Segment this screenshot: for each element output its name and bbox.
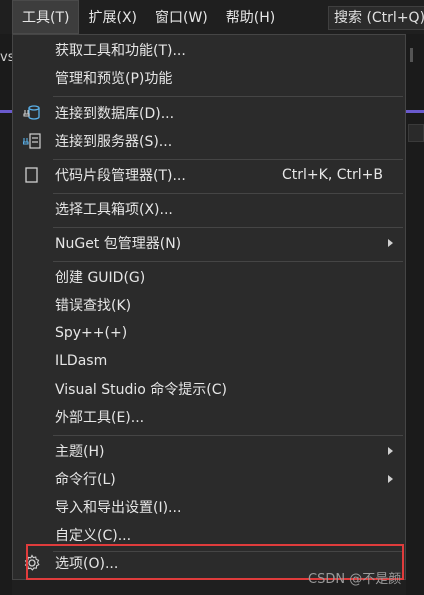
active-tab-underline-right [406, 110, 424, 113]
menu-item-ildasm[interactable]: ILDasm [13, 347, 405, 375]
server-plug-icon [22, 132, 41, 150]
submenu-arrow-icon [388, 239, 393, 247]
menu-separator [53, 159, 403, 160]
menu-item-label: 外部工具(E)... [55, 410, 145, 426]
menu-item-create-guid[interactable]: 创建 GUID(G) [13, 263, 405, 291]
menu-item-label: 连接到服务器(S)... [55, 134, 173, 150]
menu-item-label: 导入和导出设置(I)... [55, 500, 182, 516]
menu-item-label: 连接到数据库(D)... [55, 106, 175, 122]
splitter-grip[interactable] [410, 48, 413, 62]
database-plug-icon [23, 104, 41, 122]
menu-item-theme[interactable]: 主题(H) [13, 437, 405, 465]
snippet-icon [23, 166, 41, 184]
menu-item-spy[interactable]: Spy++(+) [13, 319, 405, 347]
menu-bar: 工具(T) 扩展(X) 窗口(W) 帮助(H) 搜索 (Ctrl+Q) [0, 0, 424, 34]
menu-item-shortcut: Ctrl+K, Ctrl+B [282, 167, 383, 183]
menu-item-label: 主题(H) [55, 444, 105, 460]
menu-item-label: 代码片段管理器(T)... [55, 168, 186, 184]
menu-separator [53, 261, 403, 262]
tools-dropdown-menu: 获取工具和功能(T)... 管理和预览(P)功能 连接到数据库(D)... 连接… [12, 34, 406, 580]
menu-item-connect-server[interactable]: 连接到服务器(S)... [13, 127, 405, 155]
menu-item-label: 选择工具箱项(X)... [55, 202, 173, 218]
menu-item-label: 错误查找(K) [55, 298, 132, 314]
menu-item-label: 选项(O)... [55, 556, 119, 572]
menu-item-choose-toolbox-items[interactable]: 选择工具箱项(X)... [13, 195, 405, 223]
menu-item-error-lookup[interactable]: 错误查找(K) [13, 291, 405, 319]
menu-separator [53, 193, 403, 194]
menu-item-label: 创建 GUID(G) [55, 270, 146, 286]
menu-item-label: NuGet 包管理器(N) [55, 236, 182, 252]
menu-item-label: Visual Studio 命令提示(C) [55, 382, 227, 398]
watermark: CSDN @不是颜 [308, 572, 402, 587]
active-tab-underline [0, 110, 12, 113]
menu-item-connect-db[interactable]: 连接到数据库(D)... [13, 99, 405, 127]
menu-separator [53, 435, 403, 436]
menu-item-get-tools[interactable]: 获取工具和功能(T)... [13, 36, 405, 64]
submenu-arrow-icon [388, 447, 393, 455]
menu-item-label: 获取工具和功能(T)... [55, 43, 186, 59]
menu-item-snippets-manager[interactable]: 代码片段管理器(T)... Ctrl+K, Ctrl+B [13, 161, 405, 189]
menu-item-external-tools[interactable]: 外部工具(E)... [13, 403, 405, 431]
menu-item-label: 命令行(L) [55, 472, 116, 488]
menu-extensions[interactable]: 扩展(X) [79, 0, 146, 34]
menu-separator [53, 96, 403, 97]
editor-dropdown[interactable] [408, 124, 424, 142]
menu-item-label: 自定义(C)... [55, 528, 132, 544]
menu-item-label: Spy++(+) [55, 325, 128, 341]
menu-window[interactable]: 窗口(W) [146, 0, 217, 34]
menu-tools[interactable]: 工具(T) [12, 0, 80, 34]
menu-item-nuget[interactable]: NuGet 包管理器(N) [13, 229, 405, 257]
search-box[interactable]: 搜索 (Ctrl+Q) [328, 6, 424, 30]
submenu-arrow-icon [388, 475, 393, 483]
gear-icon [23, 554, 41, 572]
menu-item-command-line[interactable]: 命令行(L) [13, 465, 405, 493]
menu-item-manage-preview[interactable]: 管理和预览(P)功能 [13, 64, 405, 92]
editor-right-background [406, 34, 424, 595]
menu-help[interactable]: 帮助(H) [217, 0, 284, 34]
menu-item-import-export[interactable]: 导入和导出设置(I)... [13, 493, 405, 521]
menu-item-vs-command-prompt[interactable]: Visual Studio 命令提示(C) [13, 375, 405, 403]
menu-item-customize[interactable]: 自定义(C)... [13, 521, 405, 549]
menu-item-label: ILDasm [55, 353, 108, 369]
menu-separator [53, 227, 403, 228]
editor-left-background [0, 34, 12, 595]
menu-item-label: 管理和预览(P)功能 [55, 71, 173, 87]
